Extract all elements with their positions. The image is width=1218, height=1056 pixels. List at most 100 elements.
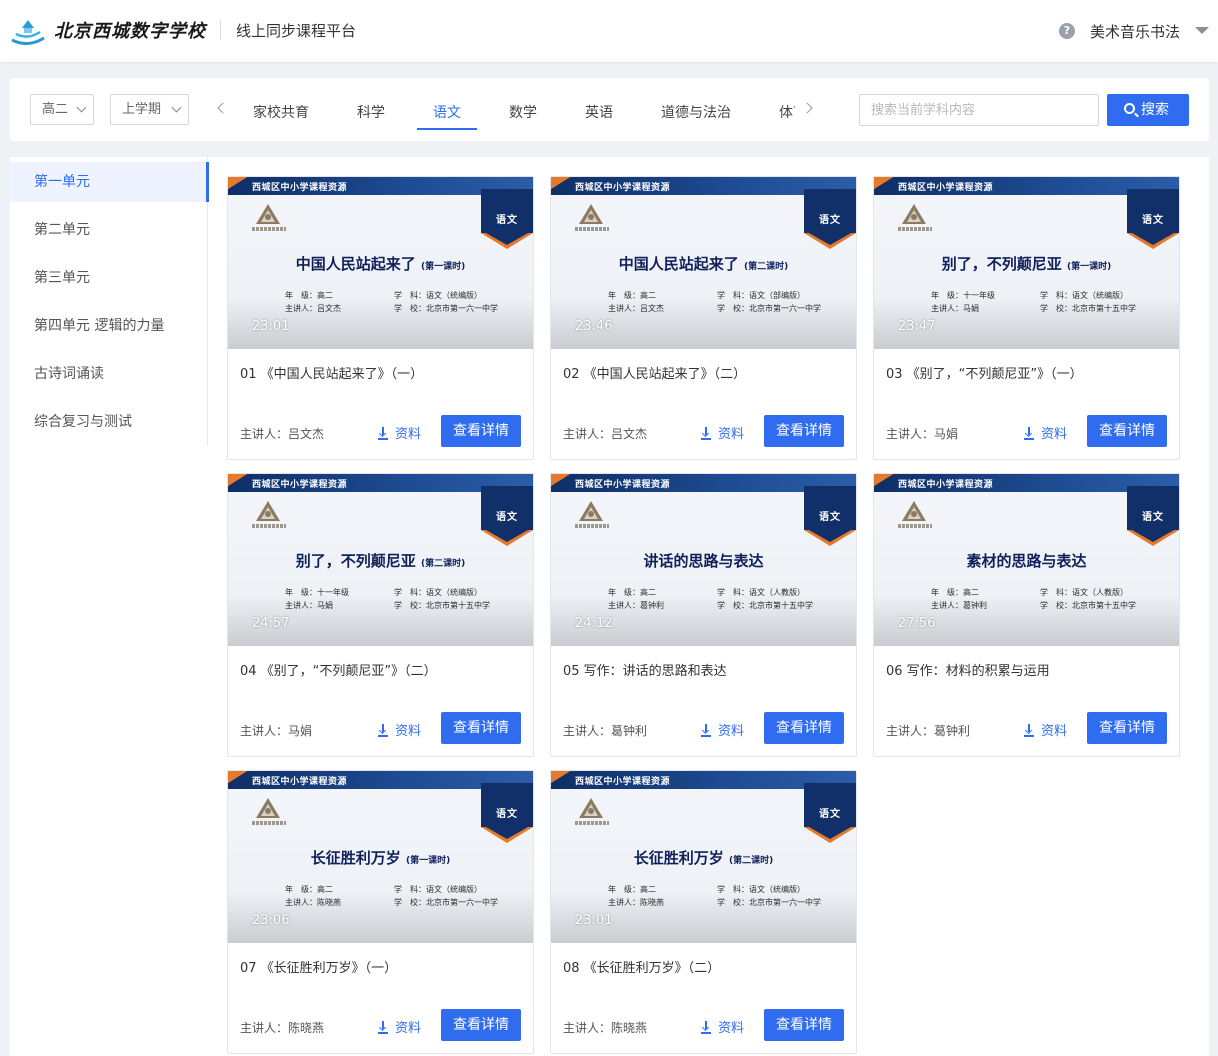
thumbnail-org: 西城区中小学课程资源 <box>575 183 671 193</box>
slide-title-main: 别了，不列颠尼亚 <box>295 552 416 570</box>
sidebar-item-unit-2[interactable]: 第二单元 <box>10 210 208 250</box>
tab-home-school[interactable]: 家校共育 <box>253 102 309 122</box>
resource-label: 资料 <box>395 724 422 739</box>
course-title[interactable]: 01 《中国人民站起来了》（一） <box>240 363 423 382</box>
view-detail-button[interactable]: 查看详情 <box>764 415 844 447</box>
term-select-value: 上学期 <box>122 102 162 117</box>
chevron-left-icon[interactable] <box>217 102 229 114</box>
course-title[interactable]: 07 《长征胜利万岁》（一） <box>240 957 397 976</box>
term-select[interactable]: 上学期 <box>110 94 189 125</box>
video-thumbnail[interactable]: 西城区中小学课程资源 语文 长征胜利万岁 (第一课时) 年 级：高二 学 科：语… <box>228 771 533 943</box>
filter-bar: 高二 上学期 家校共育 科学 语文 数学 英语 道德与法治 体育 搜索 <box>10 78 1209 141</box>
resource-download-link[interactable]: 资料 <box>378 423 421 442</box>
tab-pe[interactable]: 体育 <box>779 102 795 122</box>
video-duration: 23:46 <box>575 319 613 334</box>
emblem-caption <box>575 227 609 231</box>
slide-grade: 年 级：高二 <box>608 291 656 300</box>
slide-teacher: 主讲人：葛钟利 <box>608 601 664 610</box>
slide-school: 学 校：北京市第一六一中学 <box>717 898 821 907</box>
slide-subject: 学 科：语文（统编版） <box>717 885 805 894</box>
view-detail-button[interactable]: 查看详情 <box>1087 712 1167 744</box>
resource-download-link[interactable]: 资料 <box>378 720 421 739</box>
course-card[interactable]: 西城区中小学课程资源 语文 讲话的思路与表达 年 级：高二 学 科：语文（人教版… <box>550 473 857 757</box>
slide-subject: 学 科：语文（人教版） <box>717 588 805 597</box>
video-thumbnail[interactable]: 西城区中小学课程资源 语文 别了，不列颠尼亚 (第一课时) 年 级：十一年级 学… <box>874 177 1179 349</box>
subject-tag: 语文 <box>804 189 856 249</box>
course-title[interactable]: 08 《长征胜利万岁》（二） <box>563 957 720 976</box>
grade-select[interactable]: 高二 <box>30 94 94 125</box>
video-duration: 24:12 <box>575 616 613 631</box>
resource-label: 资料 <box>1041 724 1068 739</box>
tab-science[interactable]: 科学 <box>357 102 385 122</box>
slide-grade: 年 级：高二 <box>285 885 333 894</box>
chevron-right-icon[interactable] <box>801 102 813 114</box>
course-card[interactable]: 西城区中小学课程资源 语文 别了，不列颠尼亚 (第二课时) 年 级：十一年级 学… <box>227 473 534 757</box>
sidebar-item-review[interactable]: 综合复习与测试 <box>10 402 208 442</box>
course-card[interactable]: 西城区中小学课程资源 语文 长征胜利万岁 (第一课时) 年 级：高二 学 科：语… <box>227 770 534 1054</box>
sidebar-item-unit-3[interactable]: 第三单元 <box>10 258 208 298</box>
video-thumbnail[interactable]: 西城区中小学课程资源 语文 中国人民站起来了 (第一课时) 年 级：高二 学 科… <box>228 177 533 349</box>
video-thumbnail[interactable]: 西城区中小学课程资源 语文 素材的思路与表达 年 级：高二 学 科：语文（人教版… <box>874 474 1179 646</box>
subject-tag: 语文 <box>481 189 533 249</box>
search-input[interactable] <box>859 94 1099 126</box>
speaker-prefix: 主讲人： <box>240 1021 289 1035</box>
help-icon[interactable]: ? <box>1059 23 1075 39</box>
search-button[interactable]: 搜索 <box>1107 94 1189 126</box>
tab-chinese[interactable]: 语文 <box>433 102 461 122</box>
course-title[interactable]: 05 写作：讲话的思路和表达 <box>563 660 727 679</box>
tab-english[interactable]: 英语 <box>585 102 613 122</box>
search-icon <box>1124 103 1135 114</box>
course-speaker: 主讲人：陈晓燕 <box>563 1019 647 1036</box>
course-title[interactable]: 02 《中国人民站起来了》（二） <box>563 363 746 382</box>
course-card[interactable]: 西城区中小学课程资源 语文 中国人民站起来了 (第二课时) 年 级：高二 学 科… <box>550 176 857 460</box>
slide-teacher: 主讲人：吕文杰 <box>285 304 341 313</box>
resource-label: 资料 <box>395 427 422 442</box>
course-card[interactable]: 西城区中小学课程资源 语文 别了，不列颠尼亚 (第一课时) 年 级：十一年级 学… <box>873 176 1180 460</box>
resource-download-link[interactable]: 资料 <box>1024 720 1067 739</box>
download-icon <box>378 724 388 737</box>
video-thumbnail[interactable]: 西城区中小学课程资源 语文 别了，不列颠尼亚 (第二课时) 年 级：十一年级 学… <box>228 474 533 646</box>
resource-download-link[interactable]: 资料 <box>701 720 744 739</box>
tab-math[interactable]: 数学 <box>509 102 537 122</box>
resource-download-link[interactable]: 资料 <box>1024 423 1067 442</box>
user-menu[interactable]: 美术音乐书法 <box>1090 21 1180 42</box>
view-detail-button[interactable]: 查看详情 <box>441 415 521 447</box>
main-panel: 第一单元 第二单元 第三单元 第四单元 逻辑的力量 古诗词诵读 综合复习与测试 … <box>10 157 1209 1056</box>
slide-teacher: 主讲人：马娟 <box>285 601 333 610</box>
caret-down-icon[interactable] <box>1195 27 1209 34</box>
sidebar-item-unit-1[interactable]: 第一单元 <box>10 162 209 202</box>
video-thumbnail[interactable]: 西城区中小学课程资源 语文 中国人民站起来了 (第二课时) 年 级：高二 学 科… <box>551 177 856 349</box>
video-thumbnail[interactable]: 西城区中小学课程资源 语文 讲话的思路与表达 年 级：高二 学 科：语文（人教版… <box>551 474 856 646</box>
emblem-caption <box>575 524 609 528</box>
video-duration: 23:01 <box>252 319 290 334</box>
course-card[interactable]: 西城区中小学课程资源 语文 长征胜利万岁 (第二课时) 年 级：高二 学 科：语… <box>550 770 857 1054</box>
sidebar-item-unit-4[interactable]: 第四单元 逻辑的力量 <box>10 306 208 346</box>
resource-download-link[interactable]: 资料 <box>701 1017 744 1036</box>
slide-title-main: 素材的思路与表达 <box>966 552 1087 570</box>
course-card[interactable]: 西城区中小学课程资源 语文 中国人民站起来了 (第一课时) 年 级：高二 学 科… <box>227 176 534 460</box>
speaker-name: 马娟 <box>288 724 313 738</box>
course-title[interactable]: 06 写作：材料的积累与运用 <box>886 660 1050 679</box>
view-detail-button[interactable]: 查看详情 <box>1087 415 1167 447</box>
view-detail-button[interactable]: 查看详情 <box>441 712 521 744</box>
slide-title-sub: (第二课时) <box>729 856 774 866</box>
view-detail-button[interactable]: 查看详情 <box>764 1009 844 1041</box>
resource-download-link[interactable]: 资料 <box>701 423 744 442</box>
resource-download-link[interactable]: 资料 <box>378 1017 421 1036</box>
video-duration: 24:57 <box>252 616 290 631</box>
school-logo[interactable]: 北京西城数字学校 <box>8 14 206 46</box>
thumbnail-org: 西城区中小学课程资源 <box>252 480 348 490</box>
slide-teacher: 主讲人：陈晓燕 <box>285 898 341 907</box>
course-title[interactable]: 03 《别了，“不列颠尼亚”》（一） <box>886 363 1083 382</box>
search-button-label: 搜索 <box>1141 102 1169 118</box>
video-thumbnail[interactable]: 西城区中小学课程资源 语文 长征胜利万岁 (第二课时) 年 级：高二 学 科：语… <box>551 771 856 943</box>
course-title[interactable]: 04 《别了，“不列颠尼亚”》（二） <box>240 660 437 679</box>
view-detail-button[interactable]: 查看详情 <box>441 1009 521 1041</box>
sidebar-item-poetry[interactable]: 古诗词诵读 <box>10 354 208 394</box>
slide-school: 学 校：北京市第十五中学 <box>1040 601 1136 610</box>
logo-icon <box>8 14 48 46</box>
course-card[interactable]: 西城区中小学课程资源 语文 素材的思路与表达 年 级：高二 学 科：语文（人教版… <box>873 473 1180 757</box>
view-detail-button[interactable]: 查看详情 <box>764 712 844 744</box>
tab-morality-law[interactable]: 道德与法治 <box>661 102 731 122</box>
grade-select-value: 高二 <box>42 102 69 117</box>
